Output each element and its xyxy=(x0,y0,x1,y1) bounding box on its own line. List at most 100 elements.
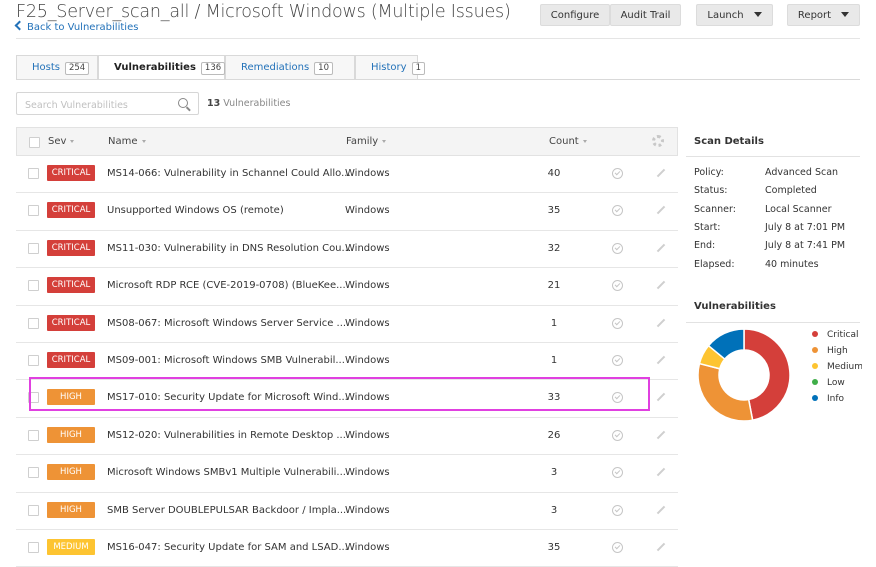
pencil-icon[interactable] xyxy=(656,467,666,477)
table-row[interactable]: CRITICAL Microsoft RDP RCE (CVE-2019-0708… xyxy=(16,268,678,306)
check-circle-icon[interactable] xyxy=(612,354,623,366)
vulnerability-count-number: 13 xyxy=(207,98,221,109)
select-all-checkbox[interactable] xyxy=(29,137,40,148)
pencil-icon[interactable] xyxy=(656,430,666,439)
check-circle-icon[interactable] xyxy=(612,392,623,404)
table-row[interactable]: CRITICAL MS09-001: Microsoft Windows SMB … xyxy=(16,343,678,381)
launch-button[interactable]: Launch xyxy=(696,4,773,26)
legend-label: Info xyxy=(827,394,845,404)
sort-icon xyxy=(582,139,587,143)
scan-detail-value: Completed xyxy=(765,185,817,197)
legend-dot-icon xyxy=(812,394,818,401)
pencil-icon[interactable] xyxy=(656,206,666,215)
legend-label: High xyxy=(827,346,848,356)
vulnerability-name[interactable]: MS11-030: Vulnerability in DNS Resolutio… xyxy=(107,243,351,254)
row-checkbox[interactable] xyxy=(28,280,39,292)
column-count[interactable]: Count xyxy=(549,136,587,147)
table-row[interactable]: HIGH MS12-020: Vulnerabilities in Remote … xyxy=(16,418,678,456)
severity-badge: HIGH xyxy=(47,464,95,481)
table-row[interactable]: CRITICAL Unsupported Windows OS (remote) W… xyxy=(16,193,678,231)
donut-slice-critical[interactable] xyxy=(743,328,791,422)
vulnerability-name[interactable]: MS12-020: Vulnerabilities in Remote Desk… xyxy=(107,430,346,441)
vulnerability-name[interactable]: Microsoft Windows SMBv1 Multiple Vulnera… xyxy=(107,467,346,478)
row-checkbox[interactable] xyxy=(28,354,39,366)
donut-slice-high[interactable] xyxy=(697,362,754,422)
row-checkbox[interactable] xyxy=(28,541,39,553)
check-circle-icon[interactable] xyxy=(612,541,623,553)
chevron-left-icon xyxy=(14,20,25,31)
row-checkbox[interactable] xyxy=(28,242,39,254)
table-row[interactable]: CRITICAL MS14-066: Vulnerability in Schan… xyxy=(16,156,678,194)
table-header: Sev Name Family Count xyxy=(16,127,678,156)
row-checkbox[interactable] xyxy=(28,467,39,479)
row-checkbox[interactable] xyxy=(28,392,39,404)
search-input[interactable] xyxy=(23,99,177,112)
column-family[interactable]: Family xyxy=(346,136,387,147)
column-count-label: Count xyxy=(549,136,579,147)
search-icon[interactable] xyxy=(178,98,188,108)
tab-label: Vulnerabilities xyxy=(114,62,196,73)
vulnerability-name[interactable]: MS17-010: Security Update for Microsoft … xyxy=(107,392,348,403)
tab-vulnerabilities[interactable]: Vulnerabilities 136 xyxy=(98,55,226,80)
vulnerability-name[interactable]: MS14-066: Vulnerability in Schannel Coul… xyxy=(107,168,351,179)
gear-icon[interactable] xyxy=(652,135,664,147)
check-circle-icon[interactable] xyxy=(612,205,623,217)
configure-button[interactable]: Configure xyxy=(540,4,610,26)
column-sev[interactable]: Sev xyxy=(48,136,75,147)
row-checkbox[interactable] xyxy=(28,429,39,441)
check-circle-icon[interactable] xyxy=(612,168,623,179)
sort-icon xyxy=(70,139,75,143)
page-title: F25_Server_scan_all / Microsoft Windows … xyxy=(16,2,511,22)
table-row[interactable]: MEDIUM MS16-047: Security Update for SAM … xyxy=(16,530,678,567)
audit-trail-button[interactable]: Audit Trail xyxy=(610,4,681,26)
pencil-icon[interactable] xyxy=(656,280,666,290)
vulnerability-name[interactable]: MS16-047: Security Update for SAM and LS… xyxy=(107,542,348,553)
check-circle-icon[interactable] xyxy=(612,280,623,292)
row-checkbox[interactable] xyxy=(28,205,39,217)
check-circle-icon[interactable] xyxy=(612,504,623,516)
table-row[interactable]: HIGH MS17-010: Security Update for Micros… xyxy=(16,380,678,418)
severity-badge: HIGH xyxy=(47,501,95,518)
tab-history[interactable]: History 1 xyxy=(355,55,425,80)
table-row[interactable]: HIGH Microsoft Windows SMBv1 Multiple Vul… xyxy=(16,455,678,493)
table-row[interactable]: CRITICAL MS08-067: Microsoft Windows Serv… xyxy=(16,306,678,343)
pencil-icon[interactable] xyxy=(656,243,666,253)
vulnerability-family: Windows xyxy=(345,429,390,441)
pencil-icon[interactable] xyxy=(656,505,666,514)
row-checkbox[interactable] xyxy=(28,317,39,329)
check-circle-icon[interactable] xyxy=(612,242,623,254)
check-circle-icon[interactable] xyxy=(612,317,623,329)
vulnerability-name[interactable]: Microsoft RDP RCE (CVE-2019-0708) (BlueK… xyxy=(107,280,346,291)
column-name[interactable]: Name xyxy=(108,136,146,147)
scan-detail-row: Elapsed: 40 minutes xyxy=(694,259,819,270)
back-to-vulnerabilities-link[interactable]: Back to Vulnerabilities xyxy=(14,20,138,33)
check-circle-icon[interactable] xyxy=(612,429,623,441)
tab-hosts[interactable]: Hosts 254 xyxy=(16,55,98,80)
table-row[interactable]: HIGH SMB Server DOUBLEPULSAR Backdoor / I… xyxy=(16,493,678,530)
pencil-icon[interactable] xyxy=(656,393,666,402)
severity-badge: HIGH xyxy=(47,426,95,443)
vulnerability-family: Windows xyxy=(345,168,390,179)
legend-item: Medium xyxy=(812,362,862,378)
row-checkbox[interactable] xyxy=(28,168,39,179)
pencil-icon[interactable] xyxy=(656,168,666,178)
report-button[interactable]: Report xyxy=(787,4,860,26)
vulnerability-name[interactable]: Unsupported Windows OS (remote) xyxy=(107,205,284,216)
pencil-icon[interactable] xyxy=(656,542,666,552)
pencil-icon[interactable] xyxy=(656,318,666,327)
vulnerabilities-divider xyxy=(686,322,860,323)
vulnerability-count-label: Vulnerabilities xyxy=(223,98,291,109)
severity-badge: CRITICAL xyxy=(47,314,95,331)
severity-badge: CRITICAL xyxy=(47,351,95,368)
vulnerability-name[interactable]: MS09-001: Microsoft Windows SMB Vulnerab… xyxy=(107,355,345,366)
tab-remediations[interactable]: Remediations 10 xyxy=(225,55,355,80)
column-sev-label: Sev xyxy=(48,136,67,147)
legend-dot-icon xyxy=(812,346,818,353)
row-checkbox[interactable] xyxy=(28,504,39,516)
vulnerability-name[interactable]: MS08-067: Microsoft Windows Server Servi… xyxy=(107,318,346,329)
check-circle-icon[interactable] xyxy=(612,467,623,479)
pencil-icon[interactable] xyxy=(656,355,666,365)
scan-detail-row: Start: July 8 at 7:01 PM xyxy=(694,222,845,233)
vulnerability-name[interactable]: SMB Server DOUBLEPULSAR Backdoor / Impla… xyxy=(107,505,346,516)
table-row[interactable]: CRITICAL MS11-030: Vulnerability in DNS R… xyxy=(16,231,678,269)
